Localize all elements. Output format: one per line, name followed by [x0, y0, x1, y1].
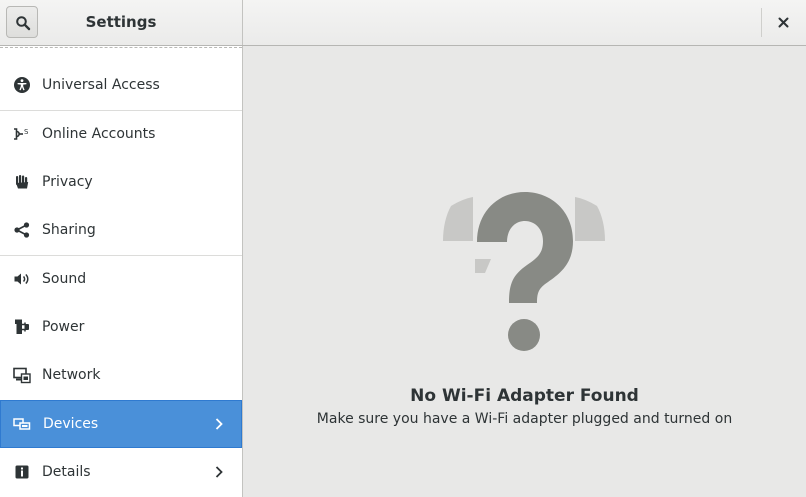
question-mark-icon: [443, 192, 605, 351]
sidebar-item-label: Network: [42, 367, 101, 383]
sidebar-item-sound[interactable]: Sound: [0, 255, 242, 303]
sidebar-item-privacy[interactable]: Privacy: [0, 158, 242, 206]
close-button[interactable]: [768, 8, 798, 37]
header-separator: [761, 8, 762, 37]
chevron-right-icon: [215, 466, 223, 478]
online-accounts-icon: S: [14, 128, 29, 140]
sidebar-item-devices[interactable]: Devices: [0, 400, 242, 448]
sidebar-item-details[interactable]: Details: [0, 448, 242, 496]
sidebar-scroll-edge: [0, 47, 242, 48]
sidebar-item-network[interactable]: Network: [0, 351, 242, 399]
sidebar-item-label: Devices: [43, 416, 99, 432]
empty-state-title: No Wi-Fi Adapter Found: [410, 386, 639, 406]
power-plug-icon: [15, 319, 29, 334]
sidebar-item-universal-access[interactable]: Universal Access: [0, 61, 242, 109]
search-icon: [16, 16, 31, 31]
window-title: Settings: [85, 13, 157, 31]
close-icon: [778, 17, 789, 28]
share-icon: [14, 222, 30, 238]
settings-window: Settings Universal Access S Online Accou…: [0, 0, 806, 497]
accessibility-icon: [14, 77, 30, 93]
speaker-icon: [14, 273, 29, 285]
sidebar-item-label: Universal Access: [42, 77, 160, 93]
sidebar-item-sharing[interactable]: Sharing: [0, 206, 242, 254]
sidebar-item-label: Power: [42, 319, 85, 335]
sidebar: Universal Access S Online Accounts Priva…: [0, 46, 243, 497]
sidebar-item-label: Online Accounts: [42, 126, 156, 142]
header-left-pane: Settings: [0, 0, 243, 45]
sidebar-item-label: Sharing: [42, 222, 96, 238]
privacy-hand-icon: [16, 175, 29, 189]
svg-text:S: S: [24, 128, 29, 136]
header-bar: Settings: [0, 0, 806, 46]
sidebar-item-online-accounts[interactable]: S Online Accounts: [0, 110, 242, 158]
info-icon: [15, 465, 29, 479]
empty-state-subtitle: Make sure you have a Wi-Fi adapter plugg…: [316, 411, 733, 427]
sidebar-item-label: Privacy: [42, 174, 93, 190]
sidebar-item-label: Sound: [42, 271, 87, 287]
sidebar-item-label: Details: [42, 464, 91, 480]
search-button[interactable]: [6, 6, 38, 38]
content-panel: No Wi-Fi Adapter Found Make sure you hav…: [243, 46, 806, 497]
network-icon: [13, 367, 31, 384]
chevron-right-icon: [215, 418, 223, 430]
devices-icon: [13, 418, 31, 430]
sidebar-item-power[interactable]: Power: [0, 303, 242, 351]
